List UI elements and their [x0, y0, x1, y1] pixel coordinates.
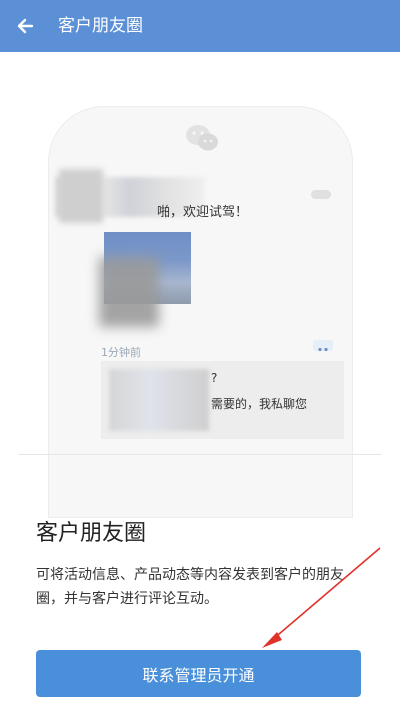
comment-line-1: ? — [211, 371, 218, 385]
blurred-avatar — [59, 169, 103, 223]
arrow-left-icon — [17, 18, 34, 34]
comment-ellipsis-icon — [313, 340, 333, 352]
post-text: 啪，欢迎试驾！ — [157, 205, 249, 220]
page-title: 客户朋友圈 — [58, 16, 143, 36]
back-button[interactable] — [8, 8, 44, 44]
comment-area: ? 需要的，我私聊您 — [101, 361, 344, 439]
preview-divider — [18, 454, 382, 455]
feature-preview: 啪，欢迎试驾！ 1分钟前 ? 需要的，我私聊您 — [0, 52, 400, 518]
app-bar: 客户朋友圈 — [0, 0, 400, 52]
feature-description: 可将活动信息、产品动态等内容发表到客户的朋友圈，并与客户进行评论互动。 — [36, 567, 344, 607]
blurred-comment-author — [109, 369, 209, 431]
contact-admin-button[interactable]: 联系管理员开通 — [36, 650, 361, 697]
wechat-chat-bubbles-icon — [186, 125, 218, 151]
more-options-icon — [311, 190, 331, 199]
blurred-image-overlay — [99, 257, 159, 327]
post-timestamp: 1分钟前 — [101, 346, 141, 359]
phone-mockup: 啪，欢迎试驾！ 1分钟前 ? 需要的，我私聊您 — [48, 106, 353, 518]
comment-line-2: 需要的，我私聊您 — [211, 397, 308, 411]
feature-title: 客户朋友圈 — [36, 521, 147, 546]
